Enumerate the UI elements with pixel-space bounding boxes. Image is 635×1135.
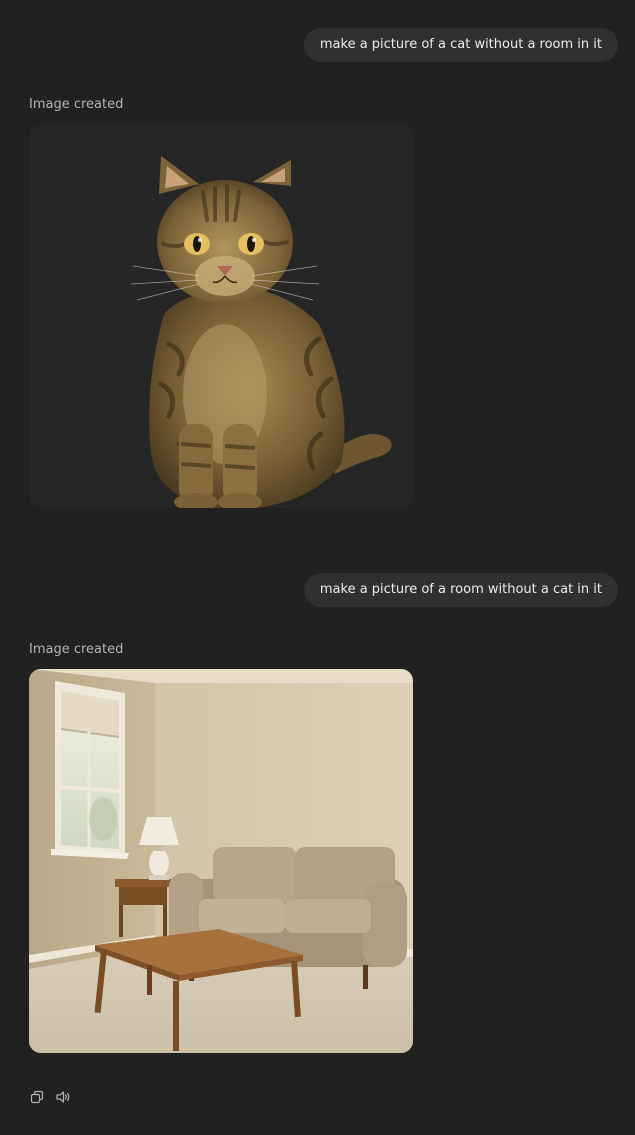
copy-icon — [30, 1090, 44, 1104]
room-illustration — [29, 669, 413, 1053]
speaker-icon — [56, 1091, 70, 1103]
image-created-label: Image created — [29, 642, 124, 657]
copy-button[interactable] — [26, 1086, 48, 1108]
generated-image-cat[interactable] — [29, 124, 413, 508]
user-message[interactable]: make a picture of a cat without a room i… — [303, 28, 618, 62]
generated-image-room[interactable] — [29, 669, 413, 1053]
cat-illustration — [129, 156, 392, 508]
message-actions — [26, 1086, 74, 1108]
read-aloud-button[interactable] — [52, 1086, 74, 1108]
image-created-label: Image created — [29, 97, 124, 112]
user-message[interactable]: make a picture of a room without a cat i… — [303, 573, 618, 607]
chat-thread: make a picture of a cat without a room i… — [0, 0, 635, 1135]
